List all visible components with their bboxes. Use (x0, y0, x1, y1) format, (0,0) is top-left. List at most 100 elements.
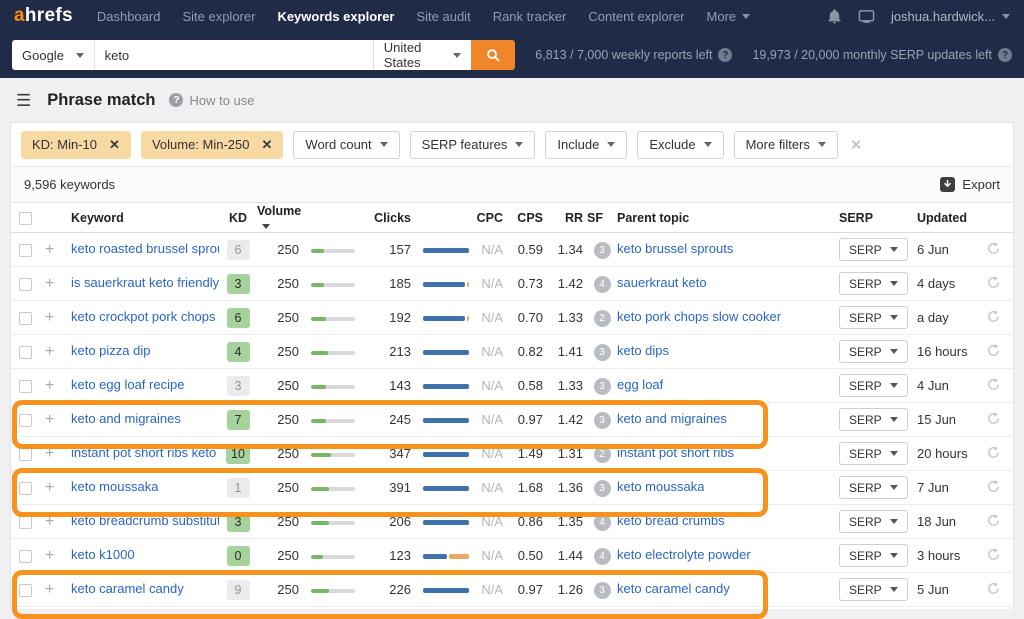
keyword-link[interactable]: keto roasted brussel sprouts (71, 241, 219, 256)
parent-topic-link[interactable]: sauerkraut keto (617, 275, 707, 290)
add-keyword-icon[interactable]: + (45, 343, 54, 360)
serp-dropdown-button[interactable]: SERP (839, 442, 908, 465)
refresh-icon[interactable] (987, 582, 1000, 595)
clear-filters-icon[interactable]: ✕ (850, 136, 863, 154)
search-button[interactable] (471, 40, 515, 70)
add-keyword-icon[interactable]: + (45, 513, 54, 530)
nav-item-site-audit[interactable]: Site audit (416, 9, 470, 24)
serp-dropdown-button[interactable]: SERP (839, 578, 908, 601)
refresh-icon[interactable] (987, 480, 1000, 493)
keyword-link[interactable]: keto and migraines (71, 411, 181, 426)
add-keyword-icon[interactable]: + (45, 241, 54, 258)
keyword-search-input[interactable] (94, 40, 373, 70)
parent-topic-link[interactable]: keto dips (617, 343, 669, 358)
row-checkbox[interactable] (19, 346, 32, 359)
refresh-icon[interactable] (987, 276, 1000, 289)
refresh-icon[interactable] (987, 378, 1000, 391)
serp-dropdown-button[interactable]: SERP (839, 272, 908, 295)
parent-topic-link[interactable]: keto electrolyte powder (617, 547, 751, 562)
refresh-icon[interactable] (987, 412, 1000, 425)
keyword-link[interactable]: keto caramel candy (71, 581, 184, 596)
row-checkbox[interactable] (19, 550, 32, 563)
parent-topic-link[interactable]: keto bread crumbs (617, 513, 725, 528)
help-icon[interactable]: ? (718, 48, 732, 62)
serp-dropdown-button[interactable]: SERP (839, 340, 908, 363)
menu-icon[interactable]: ☰ (16, 92, 31, 109)
keyword-link[interactable]: keto breadcrumb substitute (71, 513, 219, 528)
keyword-link[interactable]: keto pizza dip (71, 343, 151, 358)
row-checkbox[interactable] (19, 584, 32, 597)
help-icon[interactable]: ? (998, 48, 1012, 62)
add-keyword-icon[interactable]: + (45, 275, 54, 292)
keyword-link[interactable]: keto moussaka (71, 479, 158, 494)
refresh-icon[interactable] (987, 548, 1000, 561)
refresh-icon[interactable] (987, 514, 1000, 527)
col-parent-topic[interactable]: Parent topic (617, 211, 839, 225)
row-checkbox[interactable] (19, 448, 32, 461)
refresh-icon[interactable] (987, 310, 1000, 323)
filter-chip-volume-min-250[interactable]: Volume: Min-250✕ (141, 131, 283, 159)
parent-topic-link[interactable]: keto caramel candy (617, 581, 730, 596)
parent-topic-link[interactable]: egg loaf (617, 377, 663, 392)
serp-dropdown-button[interactable]: SERP (839, 476, 908, 499)
keyword-link[interactable]: keto crockpot pork chops (71, 309, 216, 324)
refresh-icon[interactable] (987, 446, 1000, 459)
add-keyword-icon[interactable]: + (45, 547, 54, 564)
serp-dropdown-button[interactable]: SERP (839, 408, 908, 431)
col-cps[interactable]: CPS (507, 211, 547, 225)
nav-item-rank-tracker[interactable]: Rank tracker (493, 9, 567, 24)
add-keyword-icon[interactable]: + (45, 445, 54, 462)
serp-dropdown-button[interactable]: SERP (839, 544, 908, 567)
serp-dropdown-button[interactable]: SERP (839, 374, 908, 397)
nav-item-content-explorer[interactable]: Content explorer (588, 9, 684, 24)
parent-topic-link[interactable]: keto pork chops slow cooker (617, 309, 781, 324)
remove-filter-icon[interactable]: ✕ (109, 137, 120, 153)
parent-topic-link[interactable]: instant pot short ribs (617, 445, 734, 460)
user-menu[interactable]: joshua.hardwick... (891, 9, 1010, 24)
keyword-link[interactable]: keto k1000 (71, 547, 135, 562)
parent-topic-link[interactable]: keto brussel sprouts (617, 241, 733, 256)
filter-dropdown-word-count[interactable]: Word count (293, 131, 399, 159)
add-keyword-icon[interactable]: + (45, 581, 54, 598)
parent-topic-link[interactable]: keto moussaka (617, 479, 704, 494)
nav-item-dashboard[interactable]: Dashboard (97, 9, 161, 24)
row-checkbox[interactable] (19, 516, 32, 529)
monitor-icon[interactable] (858, 9, 875, 24)
col-updated[interactable]: Updated (917, 211, 987, 225)
serp-dropdown-button[interactable]: SERP (839, 238, 908, 261)
add-keyword-icon[interactable]: + (45, 377, 54, 394)
col-clicks[interactable]: Clicks (353, 211, 415, 225)
row-checkbox[interactable] (19, 482, 32, 495)
col-rr[interactable]: RR (547, 211, 587, 225)
col-cpc[interactable]: CPC (467, 211, 507, 225)
refresh-icon[interactable] (987, 242, 1000, 255)
parent-topic-link[interactable]: keto and migraines (617, 411, 727, 426)
serp-dropdown-button[interactable]: SERP (839, 306, 908, 329)
export-button[interactable]: Export (940, 177, 1000, 192)
filter-dropdown-serp-features[interactable]: SERP features (410, 131, 536, 159)
add-keyword-icon[interactable]: + (45, 411, 54, 428)
nav-item-more[interactable]: More (707, 9, 751, 24)
filter-dropdown-more-filters[interactable]: More filters (734, 131, 838, 159)
col-sf[interactable]: SF (587, 211, 617, 225)
keyword-link[interactable]: is sauerkraut keto friendly (71, 275, 219, 290)
search-engine-select[interactable]: Google (12, 40, 94, 70)
serp-dropdown-button[interactable]: SERP (839, 510, 908, 533)
keyword-link[interactable]: instant pot short ribs keto (71, 445, 216, 460)
refresh-icon[interactable] (987, 344, 1000, 357)
row-checkbox[interactable] (19, 312, 32, 325)
nav-item-site-explorer[interactable]: Site explorer (182, 9, 255, 24)
filter-chip-kd-min-10[interactable]: KD: Min-10✕ (21, 131, 131, 159)
row-checkbox[interactable] (19, 414, 32, 427)
bell-icon[interactable] (827, 9, 842, 24)
filter-dropdown-exclude[interactable]: Exclude (637, 131, 723, 159)
col-keyword[interactable]: Keyword (71, 211, 219, 225)
filter-dropdown-include[interactable]: Include (545, 131, 627, 159)
ahrefs-logo[interactable]: ahrefs (14, 5, 73, 27)
select-all-checkbox[interactable] (19, 212, 32, 225)
keyword-link[interactable]: keto egg loaf recipe (71, 377, 184, 392)
add-keyword-icon[interactable]: + (45, 479, 54, 496)
remove-filter-icon[interactable]: ✕ (262, 137, 273, 153)
col-kd[interactable]: KD (219, 211, 257, 225)
col-volume[interactable]: Volume (257, 204, 303, 232)
